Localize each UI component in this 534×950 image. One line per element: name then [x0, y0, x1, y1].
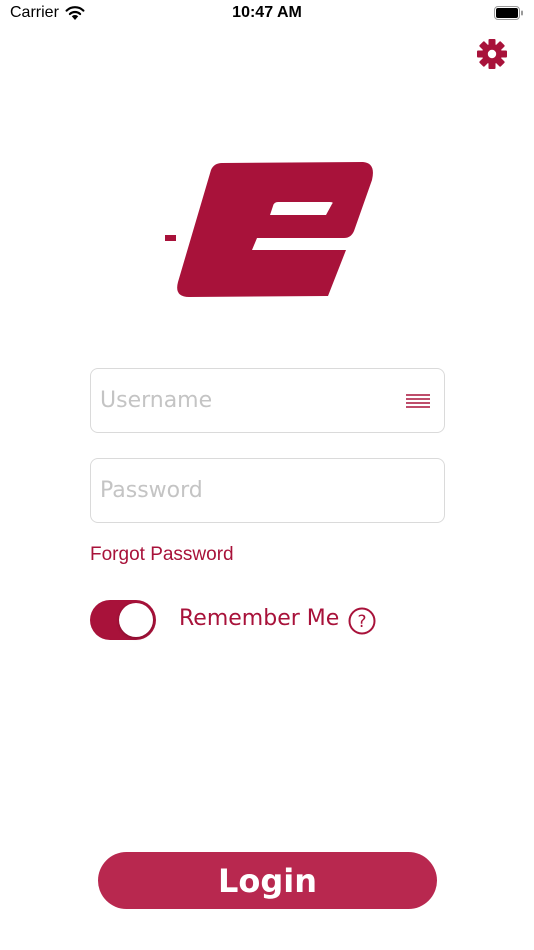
gear-icon[interactable] — [476, 38, 508, 70]
status-bar: Carrier 10:47 AM — [0, 0, 534, 28]
login-button[interactable]: Login — [98, 852, 437, 909]
remember-me-toggle[interactable] — [90, 600, 156, 640]
username-field[interactable] — [90, 368, 445, 433]
brand-logo — [165, 162, 373, 297]
toggle-knob — [119, 603, 153, 637]
login-screen: Carrier 10:47 AM Username Forgot Passwor… — [0, 0, 534, 950]
remember-me-label: Remember Me — [179, 606, 340, 631]
svg-text:?: ? — [357, 612, 366, 632]
forgot-password-link[interactable]: Forgot Password — [90, 544, 234, 566]
menu-lines-icon[interactable] — [406, 392, 430, 410]
battery-icon — [494, 6, 523, 20]
username-input[interactable] — [91, 369, 444, 432]
clock-time: 10:47 AM — [232, 4, 302, 21]
question-circle-icon[interactable]: ? — [348, 607, 376, 635]
password-field[interactable] — [90, 458, 445, 523]
password-input[interactable] — [91, 459, 444, 522]
